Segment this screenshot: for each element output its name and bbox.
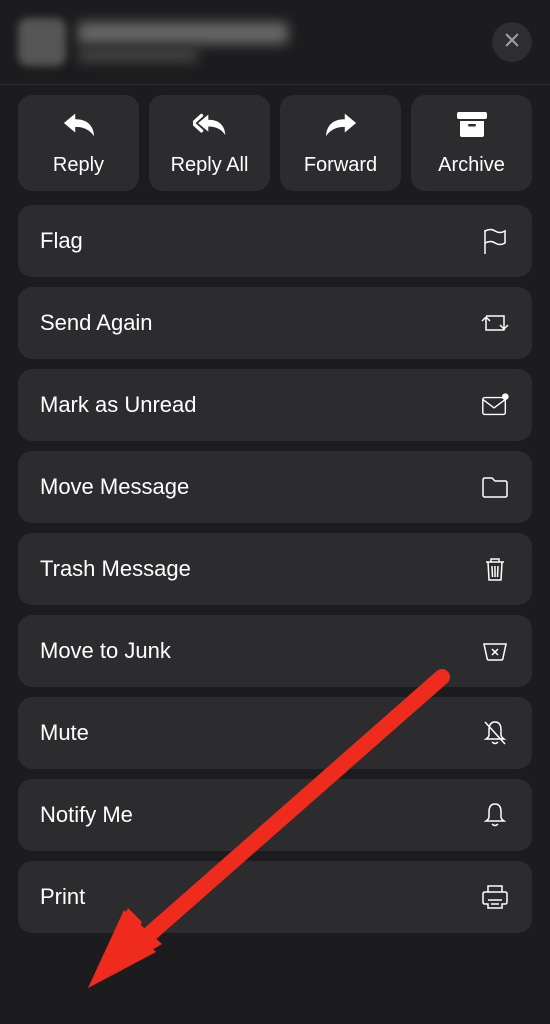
print-item[interactable]: Print: [18, 861, 532, 933]
trash-icon: [480, 554, 510, 584]
flag-icon: [480, 226, 510, 256]
menu-list: Flag Send Again Mark as Unread Move Mess…: [0, 205, 550, 933]
trash-message-item[interactable]: Trash Message: [18, 533, 532, 605]
archive-icon: [455, 109, 489, 144]
notify-me-label: Notify Me: [40, 802, 133, 828]
reply-label: Reply: [53, 154, 104, 177]
mute-item[interactable]: Mute: [18, 697, 532, 769]
move-message-label: Move Message: [40, 474, 189, 500]
divider: [0, 84, 550, 85]
mark-unread-item[interactable]: Mark as Unread: [18, 369, 532, 441]
move-junk-label: Move to Junk: [40, 638, 171, 664]
reply-button[interactable]: Reply: [18, 95, 139, 191]
flag-item[interactable]: Flag: [18, 205, 532, 277]
move-junk-item[interactable]: Move to Junk: [18, 615, 532, 687]
send-again-icon: [480, 308, 510, 338]
bell-icon: [480, 800, 510, 830]
close-button[interactable]: [492, 22, 532, 62]
avatar: [18, 18, 66, 66]
print-label: Print: [40, 884, 85, 910]
header-text: [78, 22, 492, 62]
forward-icon: [324, 109, 358, 144]
reply-all-icon: [193, 109, 227, 144]
mark-unread-label: Mark as Unread: [40, 392, 197, 418]
notify-me-item[interactable]: Notify Me: [18, 779, 532, 851]
mute-label: Mute: [40, 720, 89, 746]
reply-icon: [62, 109, 96, 144]
sender-name-redacted: [78, 22, 288, 44]
sheet-header: [0, 0, 550, 78]
mute-icon: [480, 718, 510, 748]
mark-unread-icon: [480, 390, 510, 420]
reply-all-label: Reply All: [171, 154, 249, 177]
flag-label: Flag: [40, 228, 83, 254]
archive-label: Archive: [438, 154, 505, 177]
archive-button[interactable]: Archive: [411, 95, 532, 191]
junk-icon: [480, 636, 510, 666]
trash-message-label: Trash Message: [40, 556, 191, 582]
sender-sub-redacted: [78, 48, 198, 62]
reply-all-button[interactable]: Reply All: [149, 95, 270, 191]
folder-icon: [480, 472, 510, 502]
close-icon: [503, 31, 521, 54]
move-message-item[interactable]: Move Message: [18, 451, 532, 523]
send-again-label: Send Again: [40, 310, 153, 336]
send-again-item[interactable]: Send Again: [18, 287, 532, 359]
forward-button[interactable]: Forward: [280, 95, 401, 191]
forward-label: Forward: [304, 154, 377, 177]
print-icon: [480, 882, 510, 912]
top-actions-row: Reply Reply All Forward Archive: [0, 95, 550, 205]
